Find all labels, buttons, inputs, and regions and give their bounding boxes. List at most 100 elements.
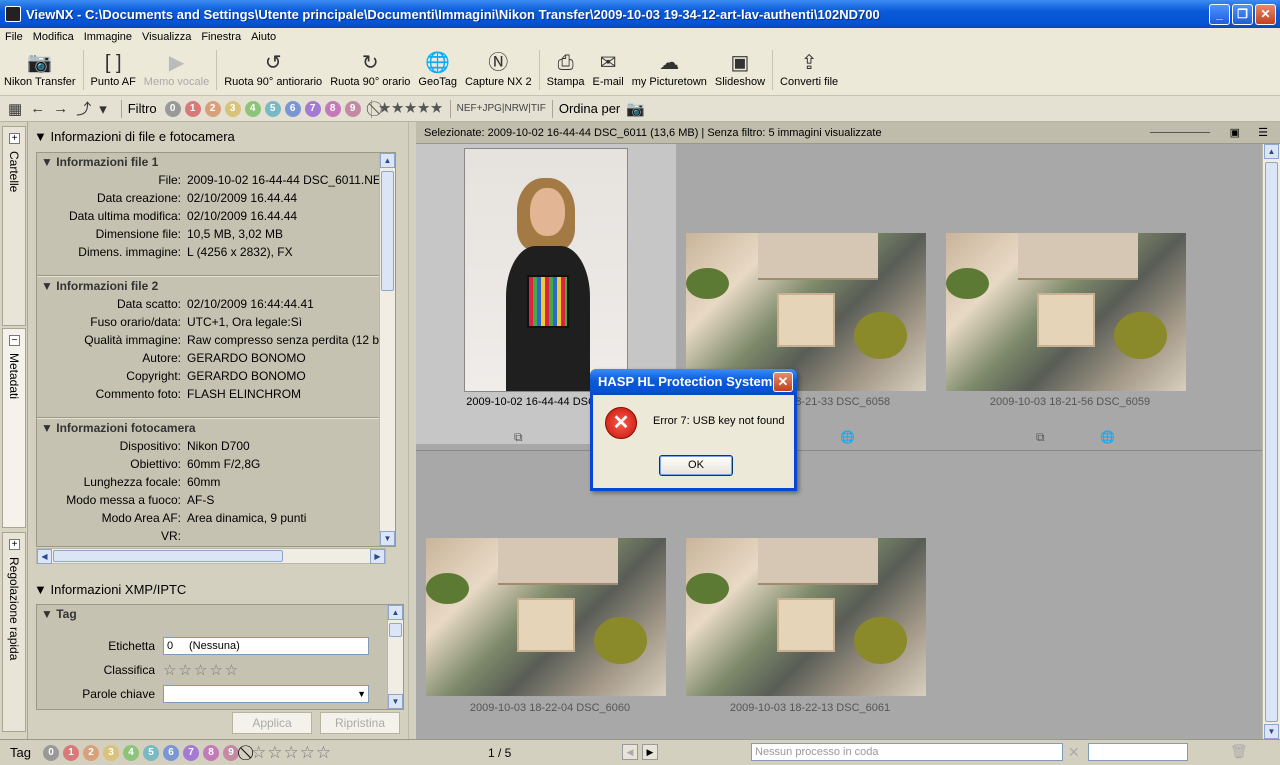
scroll-left-icon[interactable]: ◀: [37, 549, 52, 564]
sort-camera-icon[interactable]: 📷: [626, 100, 645, 118]
label-1-button[interactable]: 1: [184, 100, 201, 117]
maximize-button[interactable]: ❐: [1232, 3, 1253, 25]
scroll-down-icon[interactable]: ▼: [388, 694, 403, 709]
view-grid-icon[interactable]: ▦: [8, 100, 22, 118]
label-4-button[interactable]: 4: [122, 744, 139, 761]
file-camera-info-header[interactable]: ▼ Informazioni di file e fotocamera: [28, 125, 408, 149]
label-select[interactable]: 0 (Nessuna): [163, 637, 369, 655]
menu-immagine[interactable]: Immagine: [79, 31, 137, 43]
xmp-iptc-header[interactable]: ▼ Informazioni XMP/IPTC: [28, 578, 408, 602]
label-3-button[interactable]: 3: [102, 744, 119, 761]
thumbnail-size-slider[interactable]: [1140, 127, 1220, 139]
tab-metadati[interactable]: − Metadati: [2, 328, 26, 528]
label-9-button[interactable]: 9: [222, 744, 239, 761]
label-8-button[interactable]: 8: [202, 744, 219, 761]
rating-filter[interactable]: ⃠★★★★★: [378, 100, 444, 117]
minimize-button[interactable]: _: [1209, 3, 1230, 25]
punto-af-button[interactable]: [ ] Punto AF: [87, 50, 140, 88]
scroll-thumb[interactable]: [1265, 162, 1278, 722]
forward-arrow-icon[interactable]: →: [53, 100, 68, 117]
label-2-button[interactable]: 2: [82, 744, 99, 761]
thumbnail-cell[interactable]: 2009-10-03 18-21-56 DSC_6059 ⧉ 🌐: [940, 144, 1200, 444]
info-vertical-scrollbar[interactable]: ▲ ▼: [379, 153, 395, 546]
capture-nx-button[interactable]: Ⓝ Capture NX 2: [461, 50, 536, 88]
scroll-up-icon[interactable]: ▲: [380, 153, 395, 168]
sort-by-label[interactable]: Ordina per: [559, 101, 620, 116]
rotate-ccw-button[interactable]: ↺ Ruota 90° antiorario: [220, 50, 326, 88]
search-input[interactable]: [1088, 743, 1188, 761]
print-button[interactable]: ⎙ Stampa: [543, 50, 589, 88]
label-0-button[interactable]: 0: [164, 100, 181, 117]
close-button[interactable]: ✕: [1255, 3, 1276, 25]
menu-aiuto[interactable]: Aiuto: [246, 31, 281, 43]
label-7-button[interactable]: 7: [182, 744, 199, 761]
picturetown-button[interactable]: ☁ my Picturetown: [628, 50, 711, 88]
ok-button[interactable]: OK: [659, 455, 733, 476]
rotate-cw-button[interactable]: ↻ Ruota 90° orario: [326, 50, 414, 88]
label-1-button[interactable]: 1: [62, 744, 79, 761]
view-mode-icon[interactable]: ▣: [1230, 122, 1240, 144]
label-6-button[interactable]: 6: [162, 744, 179, 761]
prev-page-icon[interactable]: ◀: [622, 744, 638, 760]
thumbnail-image[interactable]: [686, 538, 926, 696]
process-queue-select[interactable]: Nessun processo in coda: [751, 743, 1063, 761]
scroll-down-icon[interactable]: ▼: [380, 531, 395, 546]
slideshow-button[interactable]: ▣ Slideshow: [711, 50, 769, 88]
scroll-thumb[interactable]: [381, 171, 394, 291]
keywords-input[interactable]: ▼: [163, 685, 369, 703]
label-6-button[interactable]: 6: [284, 100, 301, 117]
geotag-button[interactable]: 🌐 GeoTag: [414, 50, 461, 88]
menu-visualizza[interactable]: Visualizza: [137, 31, 196, 43]
reset-button[interactable]: Ripristina: [320, 712, 400, 734]
email-button[interactable]: ✉ E-mail: [589, 50, 628, 88]
thumbnail-image[interactable]: [946, 233, 1186, 391]
info-horizontal-scrollbar[interactable]: ◀ ▶: [36, 548, 386, 564]
convert-file-button[interactable]: ⇪ Converti file: [776, 50, 842, 88]
label-2-button[interactable]: 2: [204, 100, 221, 117]
triangle-down-icon[interactable]: ▼: [41, 607, 53, 621]
menu-file[interactable]: File: [0, 31, 28, 43]
label-3-button[interactable]: 3: [224, 100, 241, 117]
apply-button[interactable]: Applica: [232, 712, 312, 734]
thumbnail-cell[interactable]: 2009-10-03 18-22-13 DSC_6061: [680, 454, 940, 754]
label-9-button[interactable]: 9: [344, 100, 361, 117]
label-7-button[interactable]: 7: [304, 100, 321, 117]
thumbnail-portrait[interactable]: [464, 148, 628, 392]
thumbnail-image[interactable]: [426, 538, 666, 696]
dialog-close-button[interactable]: ✕: [773, 372, 793, 392]
rating-stars[interactable]: ☆☆☆☆☆: [163, 661, 240, 679]
panel-splitter[interactable]: [408, 122, 416, 739]
label-5-button[interactable]: 5: [264, 100, 281, 117]
bottom-rating-stars[interactable]: ☆☆☆☆☆: [251, 743, 332, 763]
next-page-icon[interactable]: ▶: [642, 744, 658, 760]
triangle-down-icon[interactable]: ▼: [41, 155, 53, 169]
menu-modifica[interactable]: Modifica: [28, 31, 79, 43]
triangle-down-icon[interactable]: ▼: [41, 421, 53, 435]
xmp-vertical-scrollbar[interactable]: ▲ ▼: [387, 605, 403, 709]
dropdown-arrow-icon[interactable]: ▼: [357, 686, 366, 702]
label-5-button[interactable]: 5: [142, 744, 159, 761]
view-list-icon[interactable]: ☰: [1258, 122, 1268, 144]
trash-icon[interactable]: 🗑: [1230, 743, 1248, 760]
memo-vocale-button[interactable]: ▶ Memo vocale: [140, 50, 213, 88]
cancel-process-icon[interactable]: ✕: [1068, 744, 1080, 761]
thumbnail-cell[interactable]: 2009-10-03 18-22-04 DSC_6060: [420, 454, 680, 754]
thumbnail-image[interactable]: [686, 233, 926, 391]
scroll-up-icon[interactable]: ▲: [1264, 144, 1279, 159]
folder-up-icon[interactable]: ⤴: [76, 98, 91, 119]
scroll-thumb[interactable]: [53, 550, 283, 562]
tab-regolazione-rapida[interactable]: + Regolazione rapida: [2, 532, 26, 732]
tab-cartelle[interactable]: + Cartelle: [2, 126, 26, 326]
scroll-thumb[interactable]: [389, 623, 402, 637]
menu-finestra[interactable]: Finestra: [196, 31, 246, 43]
label-0-button[interactable]: 0: [42, 744, 59, 761]
folder-down-icon[interactable]: ▾: [99, 100, 107, 118]
scroll-right-icon[interactable]: ▶: [370, 549, 385, 564]
format-filter[interactable]: NEF+JPG|NRW|TIF: [457, 103, 546, 114]
browser-vertical-scrollbar[interactable]: ▲ ▼: [1262, 144, 1280, 739]
scroll-up-icon[interactable]: ▲: [388, 605, 403, 620]
back-arrow-icon[interactable]: ←: [30, 100, 45, 117]
scroll-down-icon[interactable]: ▼: [1264, 724, 1279, 739]
triangle-down-icon[interactable]: ▼: [41, 279, 53, 293]
label-4-button[interactable]: 4: [244, 100, 261, 117]
